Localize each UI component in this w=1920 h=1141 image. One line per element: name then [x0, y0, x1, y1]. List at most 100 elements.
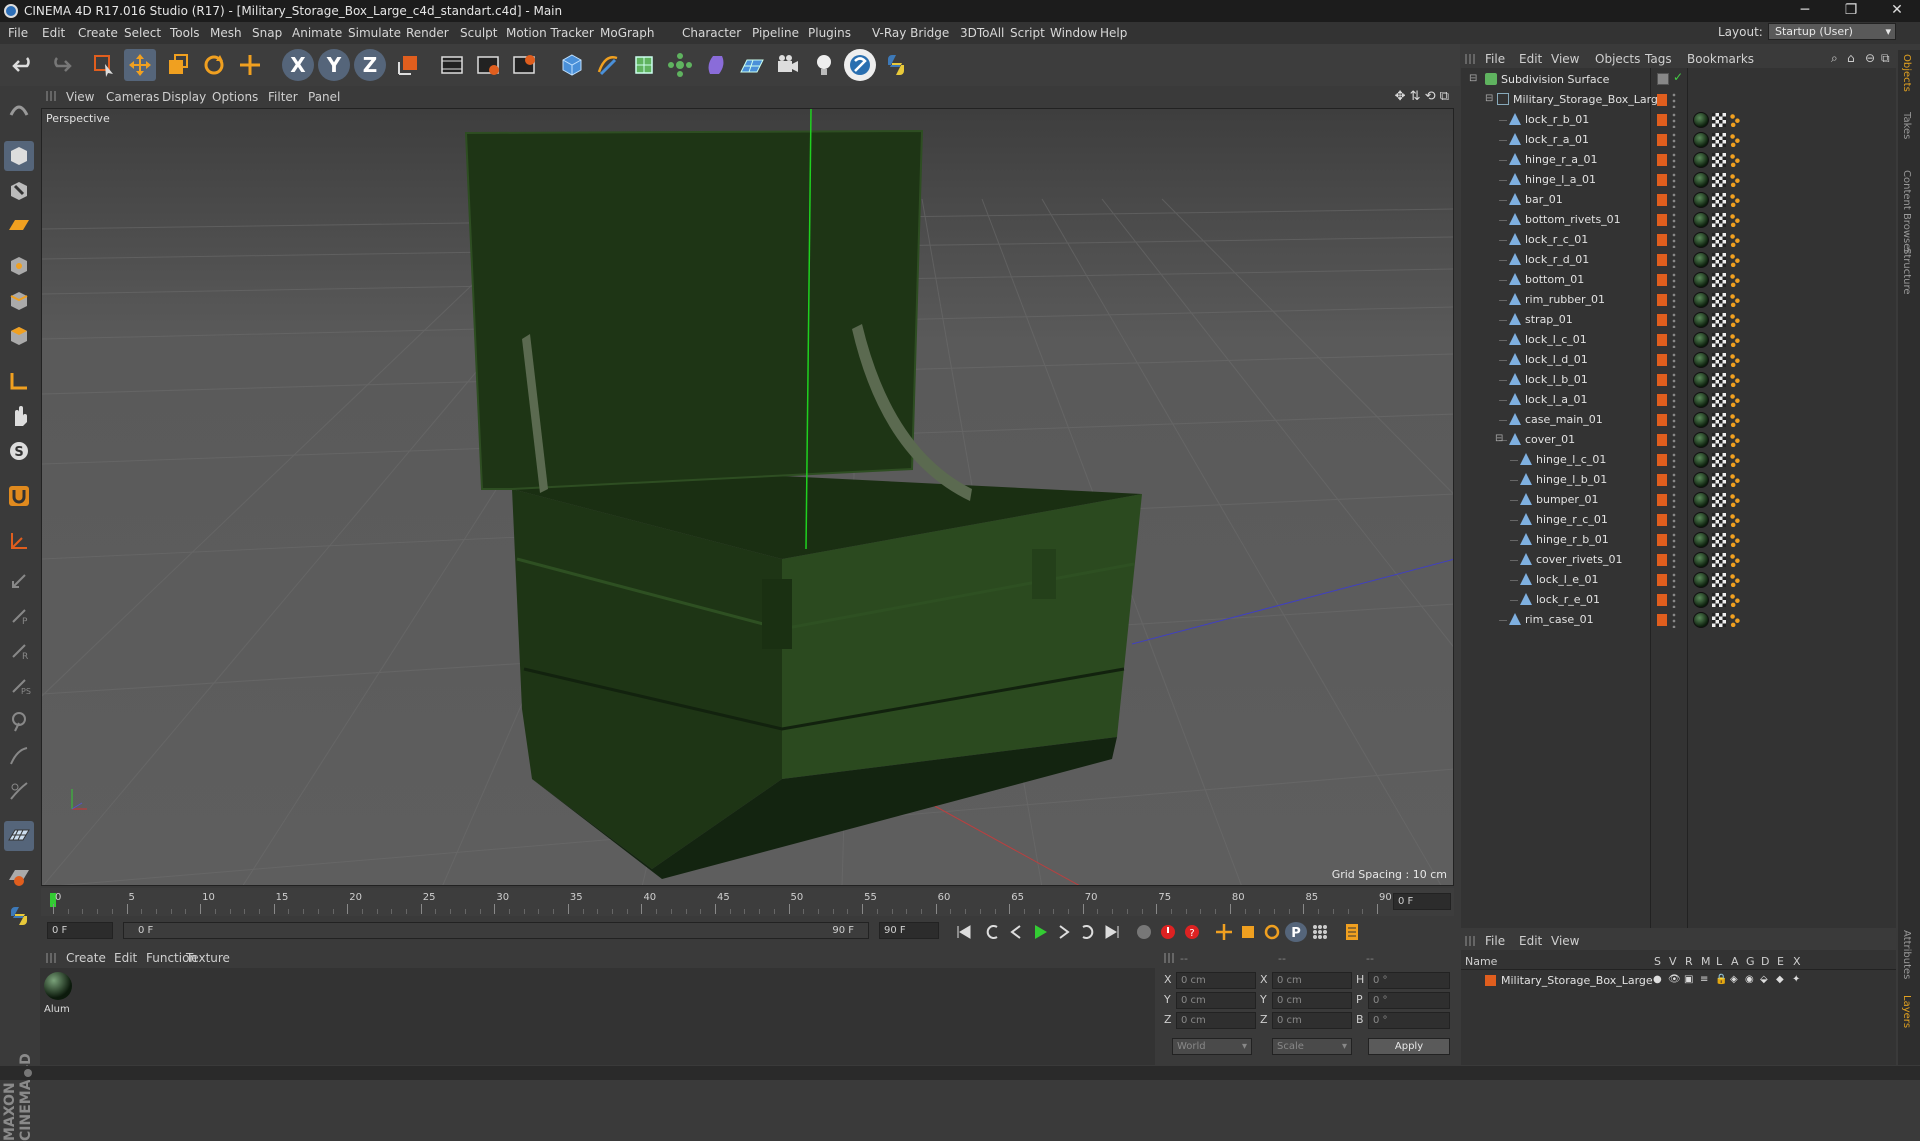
- scale-key-button[interactable]: [1237, 922, 1259, 942]
- layer-column-name[interactable]: Name: [1465, 955, 1497, 968]
- material-tag-icon[interactable]: [1693, 212, 1709, 228]
- live-selection-button[interactable]: [88, 49, 120, 81]
- texture-tag-icon[interactable]: [1712, 233, 1726, 247]
- layer-menu-edit[interactable]: Edit: [1519, 934, 1542, 948]
- object-row[interactable]: bottom_rivets_01: [1461, 210, 1896, 230]
- layer-color-swatch[interactable]: [1657, 154, 1667, 166]
- texture-tag-icon[interactable]: [1712, 513, 1726, 527]
- menu-character[interactable]: Character: [682, 26, 741, 40]
- render-picture-viewer-button[interactable]: [472, 49, 504, 81]
- object-row[interactable]: bar_01: [1461, 190, 1896, 210]
- visibility-dots-icon[interactable]: [1672, 172, 1676, 188]
- object-row[interactable]: rim_rubber_01: [1461, 290, 1896, 310]
- object-menu-bookmarks[interactable]: Bookmarks: [1687, 52, 1754, 66]
- object-menu-tags[interactable]: Tags: [1645, 52, 1672, 66]
- go-to-start-button[interactable]: [953, 922, 975, 942]
- close-button[interactable]: ✕: [1874, 0, 1920, 22]
- workplane-mode-button[interactable]: [4, 211, 34, 241]
- selection-tag-icon[interactable]: [1729, 233, 1741, 247]
- visibility-dots-icon[interactable]: [1672, 212, 1676, 228]
- redo-button[interactable]: [44, 49, 76, 81]
- menu-motion-tracker[interactable]: Motion Tracker: [506, 26, 594, 40]
- viewport-menu-options[interactable]: Options: [212, 90, 258, 104]
- side-tab-content-browser[interactable]: Content Browser: [1901, 170, 1912, 253]
- layer-color-swatch[interactable]: [1657, 234, 1667, 246]
- selection-tag-icon[interactable]: [1729, 333, 1741, 347]
- x-axis-button[interactable]: X: [282, 49, 314, 81]
- visibility-dots-icon[interactable]: [1672, 112, 1676, 128]
- layer-menu-view[interactable]: View: [1551, 934, 1579, 948]
- menu-pipeline[interactable]: Pipeline: [752, 26, 799, 40]
- menu-plugins[interactable]: Plugins: [808, 26, 851, 40]
- magnet-button[interactable]: [4, 481, 34, 511]
- side-tab-objects[interactable]: Objects: [1901, 54, 1912, 92]
- timeline-ruler[interactable]: 0 F 0 5 10 15 20 25 30 35 40 45 50 55 60 65 70 75 80 85 90: [41, 888, 1454, 916]
- object-row[interactable]: lock_r_b_01: [1461, 110, 1896, 130]
- menu-window[interactable]: Window: [1050, 26, 1097, 40]
- texture-tag-icon[interactable]: [1712, 433, 1726, 447]
- layer-menu-file[interactable]: File: [1485, 934, 1505, 948]
- python-generator-button[interactable]: [4, 901, 34, 931]
- array-button[interactable]: [664, 49, 696, 81]
- material-tag-icon[interactable]: [1693, 132, 1709, 148]
- selection-tag-icon[interactable]: [1729, 113, 1741, 127]
- visibility-dots-icon[interactable]: [1672, 252, 1676, 268]
- snap-button[interactable]: S: [4, 436, 34, 466]
- texture-tag-icon[interactable]: [1712, 393, 1726, 407]
- selection-tag-icon[interactable]: [1729, 613, 1741, 627]
- object-row[interactable]: lock_r_a_01: [1461, 130, 1896, 150]
- collapse-toggle-icon[interactable]: ⊟: [1485, 93, 1493, 104]
- visibility-dots-icon[interactable]: [1672, 612, 1676, 628]
- material-tag-icon[interactable]: [1693, 612, 1709, 628]
- side-tab-layers[interactable]: Layers: [1901, 995, 1912, 1028]
- next-key-button[interactable]: [1077, 922, 1099, 942]
- menu-render[interactable]: Render: [406, 26, 449, 40]
- tweak-mode-button[interactable]: [4, 401, 34, 431]
- spline-pen-button[interactable]: [592, 49, 624, 81]
- menu-mograph[interactable]: MoGraph: [600, 26, 655, 40]
- material-button[interactable]: [844, 49, 876, 81]
- layer-color-swatch[interactable]: [1657, 394, 1667, 406]
- enable-checkbox[interactable]: [1657, 73, 1669, 85]
- layer-column-g[interactable]: G: [1746, 955, 1755, 968]
- selection-tag-icon[interactable]: [1729, 213, 1741, 227]
- texture-tag-icon[interactable]: [1712, 153, 1726, 167]
- menu-snap[interactable]: Snap: [252, 26, 282, 40]
- menu-help[interactable]: Help: [1100, 26, 1127, 40]
- material-tag-icon[interactable]: [1693, 452, 1709, 468]
- viewport-nav-icons[interactable]: ✥ ⇅ ⟲ ⧉: [1395, 89, 1449, 104]
- object-row[interactable]: hinge_r_a_01: [1461, 150, 1896, 170]
- object-row[interactable]: lock_l_c_01: [1461, 330, 1896, 350]
- rotate-button[interactable]: [198, 49, 230, 81]
- collapse-toggle-icon[interactable]: ⊟: [1495, 433, 1503, 444]
- texture-tag-icon[interactable]: [1712, 373, 1726, 387]
- object-row[interactable]: lock_l_b_01: [1461, 370, 1896, 390]
- object-expand-icon[interactable]: ⧉: [1881, 51, 1890, 66]
- layer-color-swatch[interactable]: [1657, 254, 1667, 266]
- viewport-menu-display[interactable]: Display: [162, 90, 206, 104]
- object-menu-file[interactable]: File: [1485, 52, 1505, 66]
- texture-tag-icon[interactable]: [1712, 533, 1726, 547]
- keyframe-selection-button[interactable]: ?: [1181, 922, 1203, 942]
- camera-button[interactable]: [772, 49, 804, 81]
- material-tag-icon[interactable]: [1693, 552, 1709, 568]
- menu-script[interactable]: Script: [1010, 26, 1045, 40]
- position-key-button[interactable]: [1213, 922, 1235, 942]
- last-tool-button[interactable]: [234, 49, 266, 81]
- menu-mesh[interactable]: Mesh: [210, 26, 242, 40]
- material-tag-icon[interactable]: [1693, 332, 1709, 348]
- layer-color-swatch[interactable]: [1657, 194, 1667, 206]
- selection-tag-icon[interactable]: [1729, 493, 1741, 507]
- rotation-field[interactable]: 0 °: [1368, 1012, 1450, 1029]
- selection-tag-icon[interactable]: [1729, 513, 1741, 527]
- psr-button[interactable]: PSR: [4, 671, 34, 701]
- selection-tag-icon[interactable]: [1729, 553, 1741, 567]
- layer-row[interactable]: Military_Storage_Box_Large ● 👁 ▣ ≡ 🔒 ◈ ◉ ⬙ ◆ ✦: [1461, 972, 1896, 990]
- selection-tag-icon[interactable]: [1729, 433, 1741, 447]
- object-row[interactable]: hinge_l_b_01: [1461, 470, 1896, 490]
- layer-color-swatch[interactable]: [1657, 514, 1667, 526]
- z-axis-button[interactable]: Z: [354, 49, 386, 81]
- visibility-dots-icon[interactable]: [1672, 232, 1676, 248]
- material-tag-icon[interactable]: [1693, 532, 1709, 548]
- layer-color-swatch[interactable]: [1657, 374, 1667, 386]
